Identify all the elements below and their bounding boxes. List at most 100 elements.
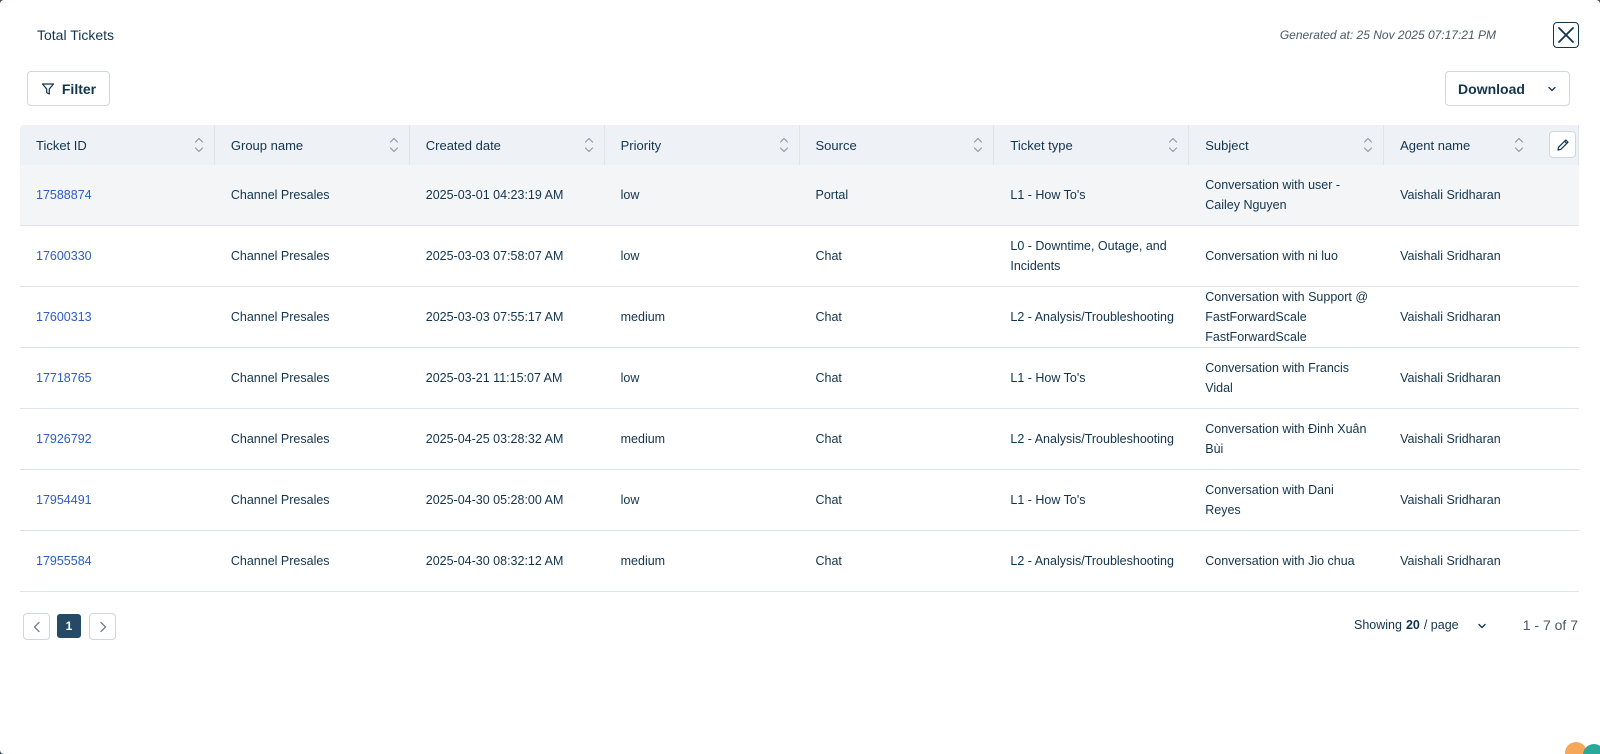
filter-button[interactable]: Filter (27, 71, 110, 106)
pencil-icon (1556, 138, 1569, 151)
ticket-id-link[interactable]: 17955584 (20, 531, 215, 591)
table-cell: 2025-04-30 08:32:12 AM (425, 554, 564, 568)
table-cell: Portal (815, 188, 849, 202)
next-page-button[interactable] (89, 613, 116, 640)
showing-prefix: Showing (1354, 618, 1402, 632)
table-cell: Chat (815, 554, 842, 568)
filter-icon (41, 82, 54, 95)
ticket-id-link[interactable]: 17588874 (20, 165, 215, 225)
page-size-selector[interactable]: Showing 20 / page (1354, 618, 1459, 632)
table-row[interactable]: 17955584 Channel Presales 2025-04-30 08:32… (20, 531, 1579, 592)
close-icon (1558, 27, 1574, 43)
table-cell: Chat (815, 493, 842, 507)
table-cell: L2 - Analysis/Troubleshooting (1010, 310, 1174, 324)
table-cell: 2025-03-21 11:15:07 AM (425, 371, 563, 385)
table-cell: Vaishali Sridharan (1400, 493, 1501, 507)
chevron-down-icon[interactable] (1476, 620, 1488, 632)
column-header[interactable]: Group name (215, 125, 410, 165)
table-row[interactable]: 17926792 Channel Presales 2025-04-25 03:28… (20, 409, 1579, 470)
sort-icon[interactable] (779, 136, 789, 154)
chevron-left-icon (33, 621, 40, 632)
table-cell: medium (620, 432, 666, 446)
table-cell: 2025-04-25 03:28:32 AM (425, 432, 564, 446)
table-cell: Vaishali Sridharan (1400, 371, 1501, 385)
edit-columns-button[interactable] (1549, 131, 1576, 158)
column-header-label: Subject (1205, 137, 1249, 153)
total-tickets-modal: Total Tickets Generated at: 25 Nov 2025 … (0, 0, 1600, 754)
table-cell: L2 - Analysis/Troubleshooting (1010, 432, 1174, 446)
table-row[interactable]: 17600330 Channel Presales 2025-03-03 07:58… (20, 226, 1579, 287)
table-cell: medium (620, 554, 666, 568)
table-cell: Vaishali Sridharan (1400, 554, 1501, 568)
showing-suffix: / page (1423, 618, 1459, 632)
ticket-id-link[interactable]: 17926792 (20, 409, 215, 469)
table-cell: Chat (815, 371, 842, 385)
table-cell: Conversation with ni luo (1205, 249, 1338, 263)
column-header-label: Group name (230, 137, 304, 153)
table-row[interactable]: 17588874 Channel Presales 2025-03-01 04:23… (20, 165, 1579, 226)
download-button[interactable]: Download (1445, 71, 1570, 106)
chevron-down-icon (1548, 86, 1556, 91)
tickets-table: Ticket ID Group name Created date Priority S… (20, 125, 1579, 592)
sort-icon[interactable] (1363, 136, 1373, 154)
table-cell: 2025-03-03 07:58:07 AM (425, 249, 564, 263)
column-header[interactable]: Priority (605, 125, 800, 165)
table-cell: Vaishali Sridharan (1400, 188, 1501, 202)
table-cell: Channel Presales (230, 188, 330, 202)
sort-icon[interactable] (584, 136, 594, 154)
ticket-id-link[interactable]: 17600330 (20, 226, 215, 286)
ticket-id-link[interactable]: 17954491 (20, 470, 215, 530)
table-cell: low (620, 188, 640, 202)
table-cell: Vaishali Sridharan (1400, 432, 1501, 446)
table-cell: Conversation with Đinh Xuân Bùi (1205, 422, 1367, 456)
table-cell: Channel Presales (230, 310, 330, 324)
column-header[interactable]: Created date (410, 125, 605, 165)
table-cell: L0 - Downtime, Outage, and Incidents (1010, 239, 1167, 273)
table-cell: Chat (815, 310, 842, 324)
table-cell: Conversation with Support @ FastForwardS… (1205, 290, 1369, 344)
generated-timestamp: Generated at: 25 Nov 2025 07:17:21 PM (1279, 28, 1496, 42)
column-header-label: Priority (620, 137, 662, 153)
sort-icon[interactable] (1168, 136, 1178, 154)
page-1-button[interactable]: 1 (57, 614, 81, 638)
table-body: 17588874 Channel Presales 2025-03-01 04:23… (20, 165, 1579, 592)
table-cell: Conversation with user - Cailey Nguyen (1205, 178, 1341, 212)
table-cell: Conversation with Jio chua (1205, 554, 1355, 568)
table-cell: Chat (815, 249, 842, 263)
table-cell: L1 - How To's (1010, 371, 1086, 385)
table-cell: Channel Presales (230, 371, 330, 385)
table-cell: L1 - How To's (1010, 493, 1086, 507)
table-row[interactable]: 17954491 Channel Presales 2025-04-30 05:28… (20, 470, 1579, 531)
sort-icon[interactable] (194, 136, 204, 154)
table-cell: Channel Presales (230, 554, 330, 568)
filter-button-label: Filter (61, 80, 97, 97)
table-cell: 2025-03-01 04:23:19 AM (425, 188, 564, 202)
sort-icon[interactable] (1514, 136, 1524, 154)
table-cell: Conversation with Dani Reyes (1205, 483, 1334, 517)
column-header-label: Created date (425, 137, 501, 153)
table-cell: Chat (815, 432, 842, 446)
ticket-id-link[interactable]: 17600313 (20, 287, 215, 347)
table-cell: Channel Presales (230, 432, 330, 446)
download-button-label: Download (1458, 80, 1525, 97)
column-header[interactable]: Subject (1189, 125, 1385, 165)
table-cell: low (620, 249, 640, 263)
sort-icon[interactable] (389, 136, 399, 154)
column-header-label: Ticket ID (36, 137, 87, 153)
table-cell: Vaishali Sridharan (1400, 249, 1501, 263)
table-cell: 2025-03-03 07:55:17 AM (425, 310, 564, 324)
modal-title: Total Tickets (37, 27, 115, 43)
column-header[interactable]: Ticket type (994, 125, 1190, 165)
close-button[interactable] (1553, 22, 1579, 48)
table-row[interactable]: 17600313 Channel Presales 2025-03-03 07:55… (20, 287, 1579, 348)
column-header[interactable]: Ticket ID (20, 125, 215, 165)
column-header-label: Source (815, 137, 857, 153)
previous-page-button[interactable] (23, 613, 50, 640)
sort-icon[interactable] (973, 136, 983, 154)
ticket-id-link[interactable]: 17718765 (20, 348, 215, 408)
table-row[interactable]: 17718765 Channel Presales 2025-03-21 11:15… (20, 348, 1579, 409)
pagination-range: 1 - 7 of 7 (1522, 617, 1578, 633)
table-cell: Conversation with Francis Vidal (1205, 361, 1350, 395)
table-cell: L1 - How To's (1010, 188, 1086, 202)
column-header[interactable]: Source (800, 125, 995, 165)
